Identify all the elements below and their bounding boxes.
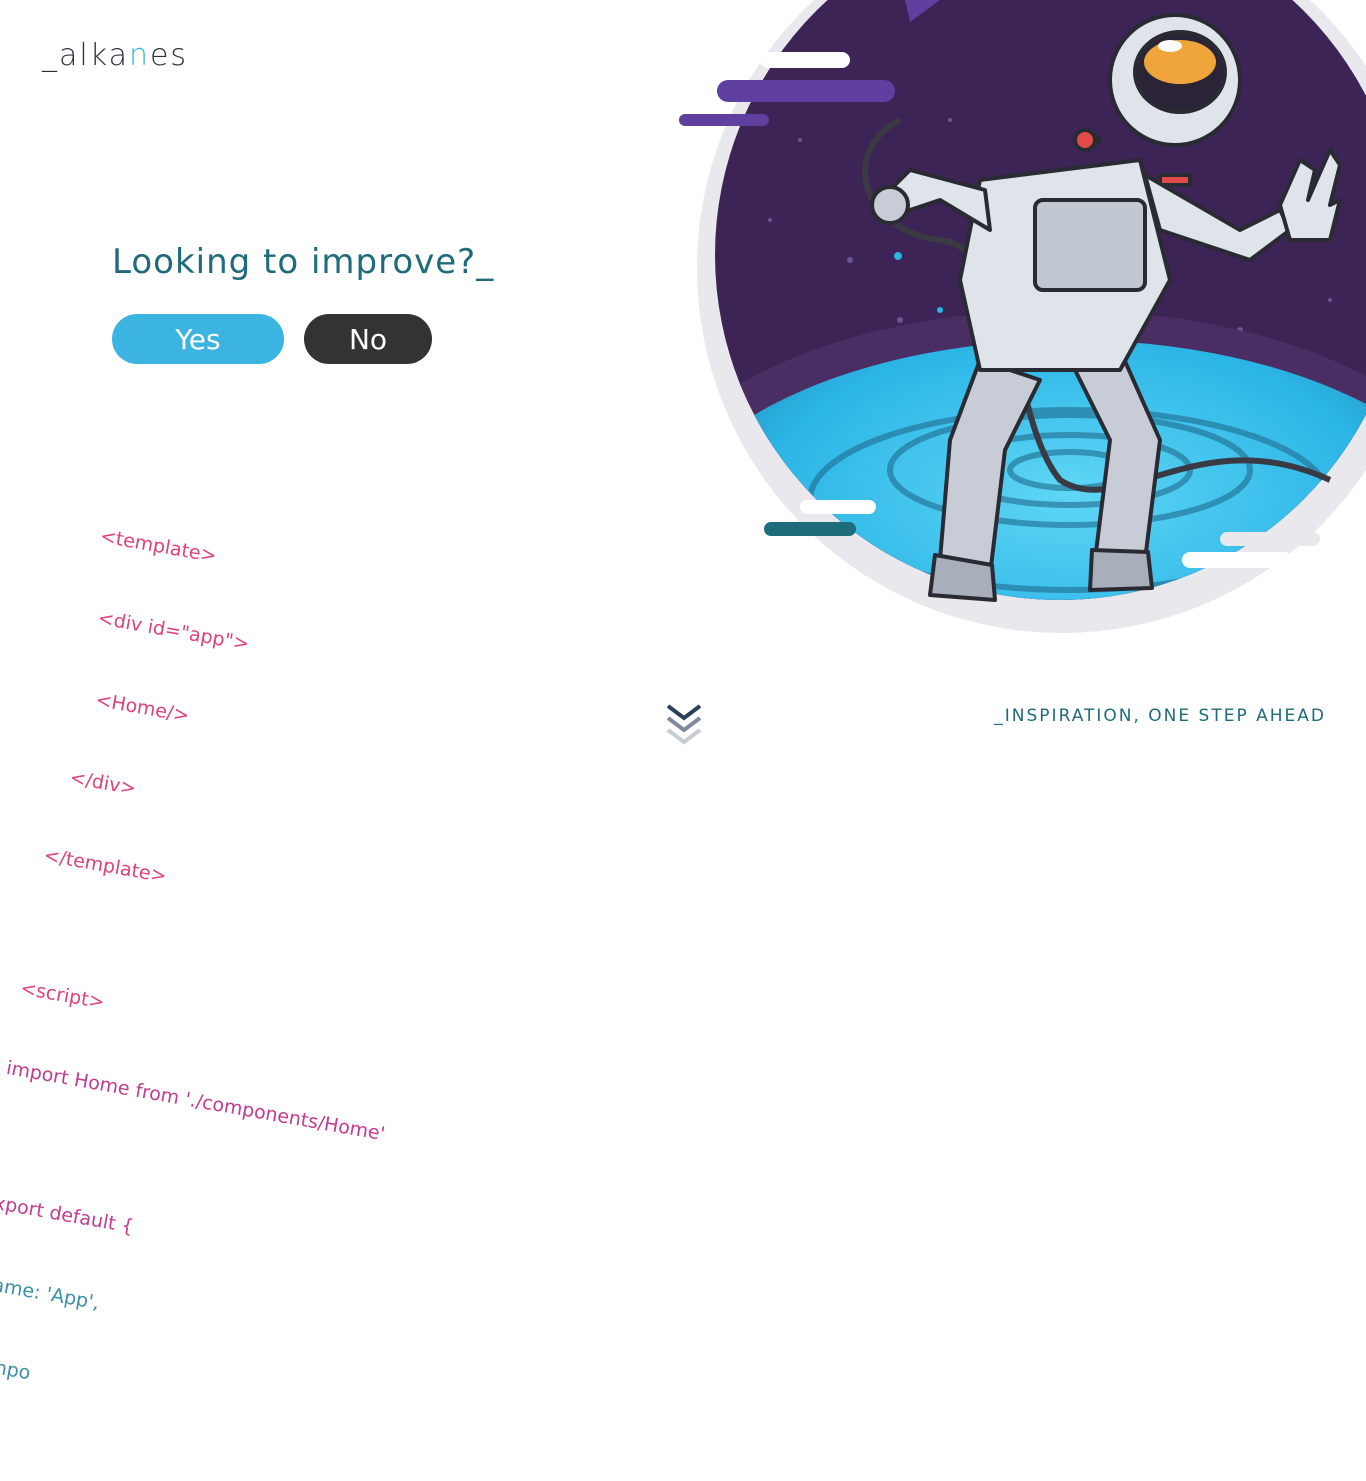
code-line: <div id="app"> — [84, 604, 251, 656]
logo-suffix: es — [149, 38, 189, 73]
code-line: <Home/> — [70, 684, 191, 727]
no-button[interactable]: No — [304, 314, 432, 364]
brand-logo[interactable]: _alkanes — [42, 38, 188, 73]
page-headline: Looking to improve?_ — [112, 242, 495, 282]
code-line: </div> — [56, 764, 138, 800]
astronaut-illustration — [679, 0, 1366, 633]
code-line: name: 'App', — [0, 1271, 102, 1315]
yes-button[interactable]: Yes — [112, 314, 284, 364]
code-line: import Home from './components/Home' — [4, 1056, 387, 1146]
code-line: compo — [0, 1351, 33, 1385]
logo-accent-letter: n — [128, 38, 150, 73]
code-line: <script> — [18, 977, 107, 1014]
code-line: </template> — [42, 844, 169, 888]
code-snippet-decoration: <template> <div id="app"> <Home/> </div>… — [0, 470, 565, 1384]
logo-prefix: _alka — [42, 38, 129, 73]
code-line: <template> — [98, 525, 219, 568]
code-line: export default { — [0, 1189, 136, 1239]
